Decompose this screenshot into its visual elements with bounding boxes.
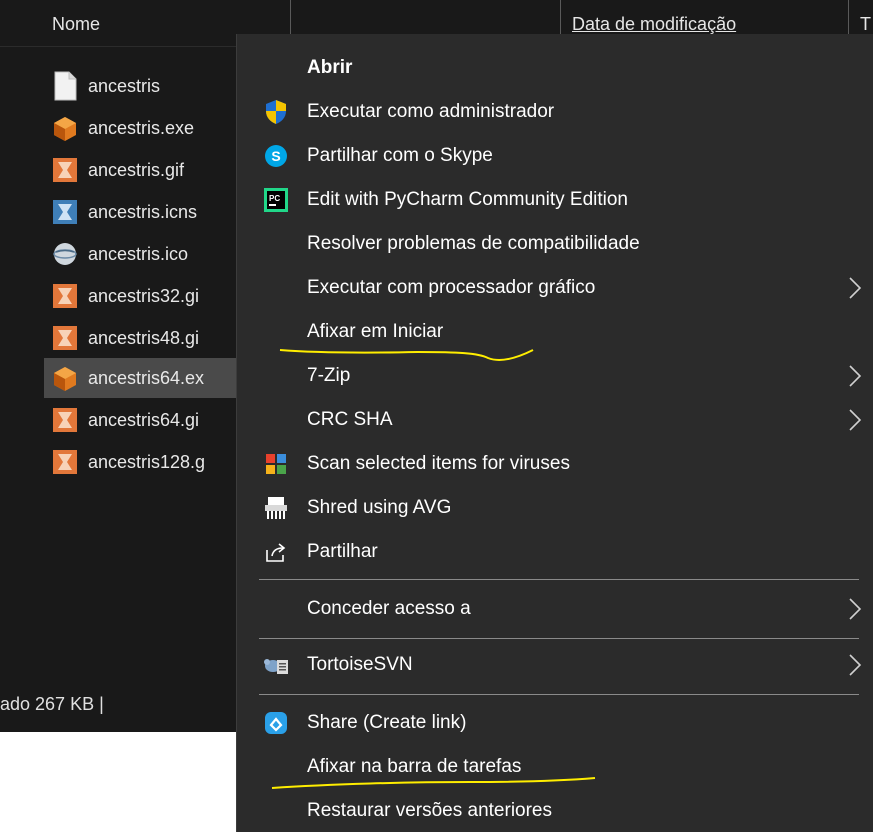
- menu-item-label: Restaurar versões anteriores: [307, 800, 552, 821]
- uac-shield-icon: [261, 97, 291, 127]
- onedrive-share-icon: [261, 708, 291, 738]
- date-column-header[interactable]: Data de modificação: [572, 14, 736, 35]
- menu-item-restore-versions[interactable]: Restaurar versões anteriores: [237, 789, 873, 833]
- status-bar: ado 267 KB |: [0, 680, 240, 726]
- file-name: ancestris: [88, 75, 161, 96]
- file-name: ancestris.gif: [88, 159, 185, 180]
- file-name: ancestris64.gi: [88, 409, 200, 430]
- share-icon: [261, 537, 291, 567]
- file-name: ancestris128.g: [88, 451, 206, 472]
- menu-item-label: Afixar em Iniciar: [307, 321, 444, 342]
- avg-scan-icon: [261, 449, 291, 479]
- file-name: ancestris.exe: [88, 117, 195, 138]
- tortoisesvn-icon: [261, 650, 291, 680]
- menu-item-label: 7-Zip: [307, 365, 351, 386]
- menu-item-7zip[interactable]: 7-Zip: [237, 354, 873, 398]
- menu-item-label: Executar como administrador: [307, 101, 555, 122]
- menu-item-label: Share (Create link): [307, 712, 467, 733]
- chevron-right-icon: [849, 365, 862, 387]
- menu-separator: [259, 694, 859, 695]
- menu-item-label: Edit with PyCharm Community Edition: [307, 189, 628, 210]
- file-name: ancestris32.gi: [88, 285, 200, 306]
- menu-item-share[interactable]: Partilhar: [237, 530, 873, 574]
- blank-file-icon: [54, 71, 77, 101]
- menu-item-tortoisesvn[interactable]: TortoiseSVN: [237, 643, 873, 687]
- menu-separator: [259, 638, 859, 639]
- menu-item-abrir[interactable]: Abrir: [237, 46, 873, 90]
- menu-item-shred[interactable]: Shred using AVG: [237, 486, 873, 530]
- ancestris-image-icon: [53, 450, 77, 474]
- menu-item-label: Partilhar: [307, 541, 378, 562]
- svg-text:S: S: [271, 148, 280, 164]
- menu-item-skype[interactable]: S Partilhar com o Skype: [237, 134, 873, 178]
- menu-item-crc-sha[interactable]: CRC SHA: [237, 398, 873, 442]
- menu-item-label: CRC SHA: [307, 409, 393, 430]
- name-column-header[interactable]: Nome: [52, 14, 100, 35]
- menu-item-gpu[interactable]: Executar com processador gráfico: [237, 266, 873, 310]
- chevron-right-icon: [849, 598, 862, 620]
- file-name: ancestris48.gi: [88, 327, 200, 348]
- chevron-right-icon: [849, 409, 862, 431]
- type-column-header[interactable]: T: [860, 14, 871, 35]
- svg-text:PC: PC: [269, 194, 280, 203]
- menu-item-scan-viruses[interactable]: Scan selected items for viruses: [237, 442, 873, 486]
- menu-item-pin-taskbar[interactable]: Afixar na barra de tarefas: [237, 745, 873, 789]
- ancestris-exe-icon: [54, 117, 76, 141]
- ancestris-exe-icon: [54, 367, 76, 391]
- menu-item-grant-access[interactable]: Conceder acesso a: [237, 587, 873, 631]
- ancestris-image-icon: [53, 326, 77, 350]
- menu-item-label: Abrir: [307, 57, 353, 78]
- chevron-right-icon: [849, 277, 862, 299]
- menu-item-pin-start[interactable]: Afixar em Iniciar: [237, 310, 873, 354]
- ancestris-image-icon: [53, 408, 77, 432]
- menu-item-label: TortoiseSVN: [307, 654, 413, 675]
- shredder-icon: [261, 493, 291, 523]
- ancestris-icns-icon: [53, 200, 77, 224]
- menu-item-compatibility[interactable]: Resolver problemas de compatibilidade: [237, 222, 873, 266]
- ancestris-image-icon: [53, 284, 77, 308]
- file-name: ancestris.ico: [88, 243, 189, 264]
- menu-item-create-link[interactable]: Share (Create link): [237, 701, 873, 745]
- context-menu: Abrir Executar como administrador S Part…: [236, 34, 873, 832]
- file-name: ancestris.icns: [88, 201, 198, 222]
- menu-item-label: Afixar na barra de tarefas: [307, 756, 522, 777]
- menu-item-label: Partilhar com o Skype: [307, 145, 493, 166]
- globe-icon: [53, 243, 77, 265]
- menu-item-label: Executar com processador gráfico: [307, 277, 596, 298]
- skype-icon: S: [261, 141, 291, 171]
- chevron-right-icon: [849, 654, 862, 676]
- menu-item-label: Shred using AVG: [307, 497, 452, 518]
- menu-item-pycharm[interactable]: PC Edit with PyCharm Community Edition: [237, 178, 873, 222]
- menu-item-label: Resolver problemas de compatibilidade: [307, 233, 640, 254]
- file-name: ancestris64.ex: [88, 367, 205, 388]
- menu-item-run-as-admin[interactable]: Executar como administrador: [237, 90, 873, 134]
- menu-item-label: Scan selected items for viruses: [307, 453, 570, 474]
- menu-separator: [259, 579, 859, 580]
- pycharm-icon: PC: [261, 185, 291, 215]
- menu-item-label: Conceder acesso a: [307, 598, 471, 619]
- status-text: ado 267 KB |: [0, 694, 104, 714]
- ancestris-image-icon: [53, 158, 77, 182]
